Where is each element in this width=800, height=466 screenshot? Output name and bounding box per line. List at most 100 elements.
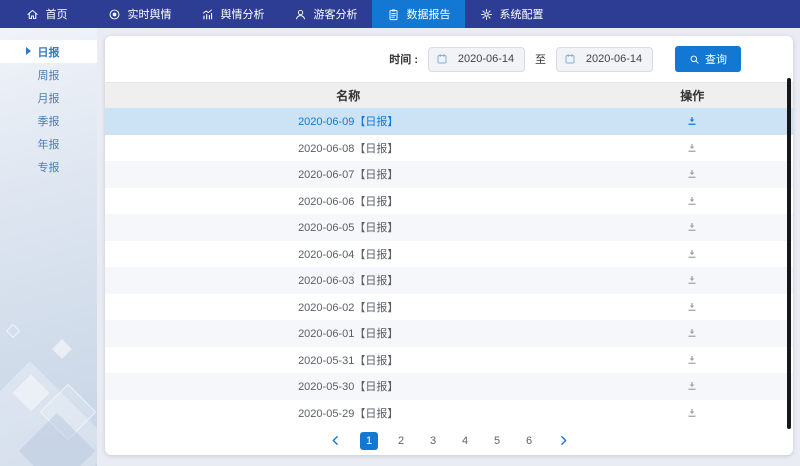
calendar-icon [436,53,448,65]
nav-item-label: 首页 [46,6,68,22]
report-name[interactable]: 2020-06-07【日报】 [105,161,591,188]
table-row[interactable]: 2020-05-31【日报】 [105,347,793,374]
chart-icon [201,8,214,21]
chevron-left-icon [329,434,342,447]
nav-item[interactable]: 舆情分析 [186,0,279,28]
main-content: 时间 : 2020-06-14 至 2020-06-14 查询 名称 操作 [97,28,800,466]
report-name[interactable]: 2020-06-06【日报】 [105,188,591,215]
download-icon[interactable] [686,274,698,286]
table-row[interactable]: 2020-05-30【日报】 [105,373,793,400]
report-name[interactable]: 2020-06-05【日报】 [105,214,591,241]
operation-cell [591,400,793,427]
table-row[interactable]: 2020-06-01【日报】 [105,320,793,347]
nav-item-label: 系统配置 [500,6,544,22]
search-icon [689,54,700,65]
report-name[interactable]: 2020-06-04【日报】 [105,241,591,268]
page-body: 日报 周报 月报 季报 年报 专报 [0,28,800,466]
next-page-button[interactable] [552,430,574,452]
table-row[interactable]: 2020-06-07【日报】 [105,161,793,188]
column-header-operation: 操作 [591,83,793,108]
table-header: 名称 操作 [105,82,793,108]
eye-icon [108,8,121,21]
nav-item[interactable]: 游客分析 [279,0,372,28]
date-range-to-label: 至 [535,51,546,67]
search-button-label: 查询 [705,51,727,67]
download-icon[interactable] [686,221,698,233]
page-number[interactable]: 5 [488,432,506,450]
table-scrollbar[interactable] [787,78,791,429]
download-icon[interactable] [686,142,698,154]
nav-item[interactable]: 首页 [0,0,93,28]
download-icon[interactable] [686,354,698,366]
operation-cell [591,241,793,268]
nav-item-label: 游客分析 [314,6,358,22]
page-number[interactable]: 4 [456,432,474,450]
page-number[interactable]: 1 [360,432,378,450]
sidebar-decoration [40,384,97,441]
table-row[interactable]: 2020-06-05【日报】 [105,214,793,241]
report-name[interactable]: 2020-05-30【日报】 [105,373,591,400]
clipboard-icon [387,8,400,21]
page-number[interactable]: 3 [424,432,442,450]
nav-item-label: 数据报告 [407,6,451,22]
home-icon [26,8,39,21]
nav-item[interactable]: 数据报告 [372,0,465,28]
nav-item[interactable]: 系统配置 [465,0,558,28]
page-number[interactable]: 2 [392,432,410,450]
operation-cell [591,373,793,400]
table-row[interactable]: 2020-06-04【日报】 [105,241,793,268]
report-name[interactable]: 2020-05-29【日报】 [105,400,591,427]
download-icon[interactable] [686,327,698,339]
sidebar-decoration [0,361,97,466]
page-number[interactable]: 6 [520,432,538,450]
operation-cell [591,320,793,347]
sidebar-item-label: 专报 [38,159,60,175]
date-to-input[interactable]: 2020-06-14 [556,47,653,72]
report-name[interactable]: 2020-05-31【日报】 [105,347,591,374]
sidebar-decoration [6,324,20,338]
download-icon[interactable] [686,380,698,392]
nav-item-label: 实时舆情 [128,6,172,22]
nav-item[interactable]: 实时舆情 [93,0,186,28]
table-row[interactable]: 2020-06-03【日报】 [105,267,793,294]
column-header-name: 名称 [105,83,591,108]
download-icon[interactable] [686,301,698,313]
report-name[interactable]: 2020-06-09【日报】 [105,108,591,135]
download-icon[interactable] [686,168,698,180]
calendar-icon [564,53,576,65]
operation-cell [591,161,793,188]
active-pointer-icon [26,47,31,55]
report-name[interactable]: 2020-06-08【日报】 [105,135,591,162]
report-name[interactable]: 2020-06-02【日报】 [105,294,591,321]
operation-cell [591,214,793,241]
search-button[interactable]: 查询 [675,46,741,72]
filter-bar: 时间 : 2020-06-14 至 2020-06-14 查询 [105,36,793,82]
table-row[interactable]: 2020-06-09【日报】 [105,108,793,135]
user-icon [294,8,307,21]
sidebar-item[interactable]: 日报 [0,40,97,63]
download-icon[interactable] [686,248,698,260]
sidebar-item-label: 季报 [38,113,60,129]
table-row[interactable]: 2020-05-29【日报】 [105,400,793,427]
date-from-input[interactable]: 2020-06-14 [428,47,525,72]
sidebar-decoration [19,413,95,466]
sidebar-item-label: 月报 [38,90,60,106]
sidebar-item[interactable]: 专报 [0,155,97,178]
page-list: 123456 [360,432,538,450]
sidebar-item[interactable]: 月报 [0,86,97,109]
report-name[interactable]: 2020-06-01【日报】 [105,320,591,347]
download-icon[interactable] [686,195,698,207]
date-from-value: 2020-06-14 [455,53,517,65]
sidebar-item[interactable]: 周报 [0,63,97,86]
download-icon[interactable] [686,115,698,127]
nav-item-label: 舆情分析 [221,6,265,22]
time-filter-label: 时间 : [389,51,418,67]
table-row[interactable]: 2020-06-06【日报】 [105,188,793,215]
sidebar-item[interactable]: 年报 [0,132,97,155]
download-icon[interactable] [686,407,698,419]
report-name[interactable]: 2020-06-03【日报】 [105,267,591,294]
sidebar-item[interactable]: 季报 [0,109,97,132]
table-row[interactable]: 2020-06-08【日报】 [105,135,793,162]
prev-page-button[interactable] [324,430,346,452]
table-row[interactable]: 2020-06-02【日报】 [105,294,793,321]
